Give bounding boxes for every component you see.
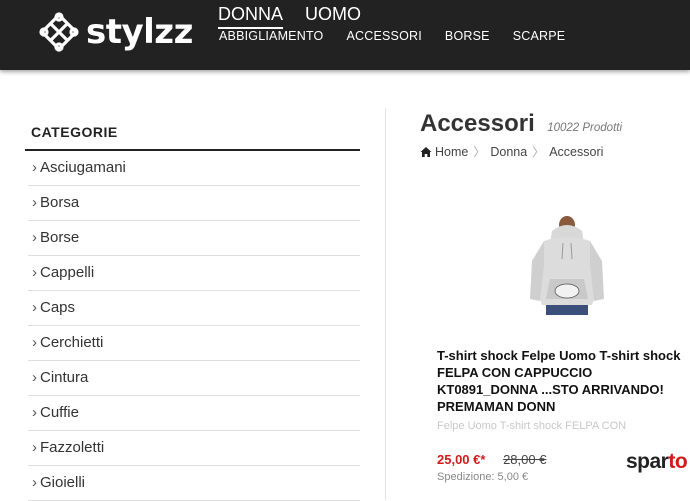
nav-donna[interactable]: DONNA	[218, 4, 284, 29]
logo-text: stylzz	[86, 12, 193, 52]
category-list: › Asciugamani › Borsa › Borse › Cappelli › Ca…	[25, 151, 360, 501]
main-content: Accessori 10022 Prodotti Home 〉 Donna 〉 …	[420, 110, 690, 160]
chevron-right-icon: ›	[32, 264, 37, 281]
product-image[interactable]	[526, 213, 608, 321]
brand-logo-part: spar	[626, 450, 669, 473]
breadcrumb-separator-icon: 〉	[532, 145, 545, 159]
chevron-right-icon: ›	[32, 159, 37, 176]
category-item[interactable]: › Gioielli	[28, 466, 360, 501]
nav-borse[interactable]: BORSE	[445, 29, 490, 43]
breadcrumb-home[interactable]: Home	[435, 145, 468, 159]
product-old-price: 28,00 €	[503, 452, 547, 467]
category-item[interactable]: › Cuffie	[28, 396, 360, 431]
page-title: Accessori	[420, 110, 535, 137]
category-sidebar: CATEGORIE › Asciugamani › Borsa › Borse › Ca…	[25, 108, 360, 501]
category-label: Cappelli	[40, 264, 95, 281]
category-item[interactable]: › Asciugamani	[28, 151, 360, 186]
nav-abbigliamento[interactable]: ABBIGLIAMENTO	[219, 29, 323, 43]
breadcrumb-accessori: Accessori	[549, 144, 604, 159]
site-logo[interactable]: stylzz	[38, 11, 193, 53]
category-item[interactable]: › Borsa	[28, 186, 360, 221]
category-item[interactable]: › Fazzoletti	[28, 431, 360, 466]
category-label: Cuffie	[40, 404, 79, 421]
category-label: Cintura	[40, 369, 89, 386]
chevron-right-icon: ›	[32, 404, 37, 421]
category-title: CATEGORIE	[31, 124, 118, 140]
breadcrumb: Home 〉 Donna 〉 Accessori	[420, 143, 690, 160]
product-description: Felpe Uomo T-shirt shock FELPA CON	[437, 420, 627, 432]
category-label: Borsa	[40, 194, 80, 211]
category-label: Fazzoletti	[40, 439, 105, 456]
category-label: Asciugamani	[40, 159, 126, 176]
product-title[interactable]: T-shirt shock Felpe Uomo T-shirt shock F…	[437, 347, 690, 415]
category-item[interactable]: › Caps	[28, 291, 360, 326]
category-item[interactable]: › Cappelli	[28, 256, 360, 291]
category-item[interactable]: › Cintura	[28, 361, 360, 396]
chevron-right-icon: ›	[32, 369, 37, 386]
product-count: 10022 Prodotti	[547, 122, 623, 134]
breadcrumb-separator-icon: 〉	[473, 145, 486, 159]
chevron-right-icon: ›	[32, 474, 37, 491]
category-item[interactable]: › Cerchietti	[28, 326, 360, 361]
page-heading: Accessori 10022 Prodotti	[420, 110, 690, 138]
price-row: 25,00 €* 28,00 €	[437, 452, 546, 467]
chevron-right-icon: ›	[32, 194, 37, 211]
nav-uomo[interactable]: UOMO	[305, 4, 361, 29]
nav-scarpe[interactable]: SCARPE	[513, 29, 566, 43]
product-shipping: Spedizione: 5,00 €	[437, 471, 529, 483]
category-item[interactable]: › Borse	[28, 221, 360, 256]
product-price: 25,00 €*	[437, 452, 486, 467]
home-icon	[420, 146, 432, 157]
logo-knot-icon	[39, 12, 79, 52]
brand-logo-part: to	[668, 450, 688, 473]
chevron-right-icon: ›	[32, 439, 37, 456]
category-label: Gioielli	[40, 474, 86, 491]
category-label: Borse	[40, 229, 80, 246]
chevron-right-icon: ›	[32, 229, 37, 246]
column-divider	[385, 108, 386, 500]
category-label: Caps	[40, 299, 76, 316]
chevron-right-icon: ›	[32, 299, 37, 316]
chevron-right-icon: ›	[32, 334, 37, 351]
main-nav: DONNA UOMO	[218, 4, 361, 29]
site-header: stylzz DONNA UOMO ABBIGLIAMENTO ACCESSOR…	[0, 0, 690, 70]
breadcrumb-donna[interactable]: Donna	[490, 145, 527, 159]
category-label: Cerchietti	[40, 334, 104, 351]
shop-brand-logo[interactable]: sparto	[626, 450, 688, 474]
sub-nav: ABBIGLIAMENTO ACCESSORI BORSE SCARPE	[219, 29, 565, 43]
nav-accessori[interactable]: ACCESSORI	[346, 29, 421, 43]
